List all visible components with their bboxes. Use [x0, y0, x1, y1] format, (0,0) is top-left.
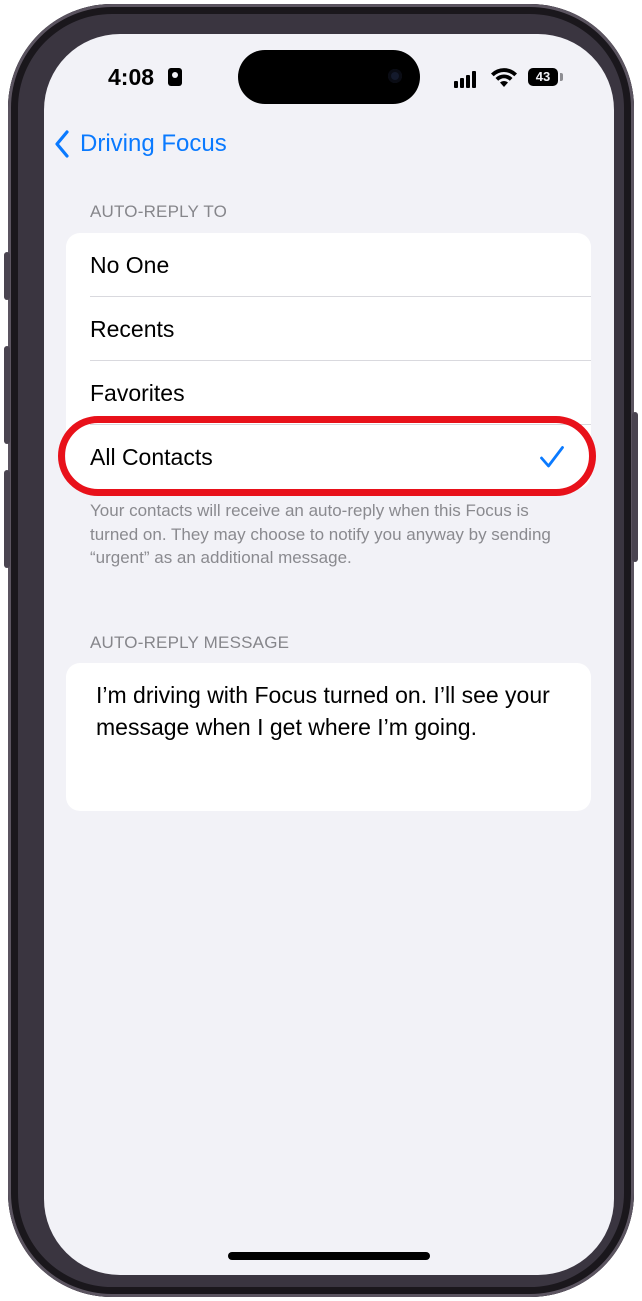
- option-recents[interactable]: Recents: [66, 297, 591, 361]
- option-no-one[interactable]: No One: [66, 233, 591, 297]
- auto-reply-message-field[interactable]: I’m driving with Focus turned on. I’ll s…: [66, 663, 591, 811]
- auto-reply-message-header: AUTO-REPLY MESSAGE: [90, 633, 290, 652]
- camera-icon: [388, 69, 402, 83]
- battery-icon: 43: [528, 68, 558, 86]
- option-all-contacts[interactable]: All Contacts: [66, 425, 591, 489]
- option-favorites[interactable]: Favorites: [66, 361, 591, 425]
- auto-reply-to-header: AUTO-REPLY TO: [90, 202, 228, 221]
- screen: 4:08 43 Driving Focus AUTO-REPLY TO No O…: [44, 34, 614, 1275]
- chevron-left-icon: [55, 130, 69, 158]
- battery-cap: [560, 73, 563, 81]
- auto-reply-options-list: No One Recents Favorites All Contacts: [66, 233, 591, 489]
- back-label: Driving Focus: [80, 130, 227, 157]
- dynamic-island: [238, 50, 420, 104]
- checkmark-icon: [540, 446, 564, 468]
- wifi-icon: [491, 68, 517, 87]
- phone-frame: 4:08 43 Driving Focus AUTO-REPLY TO No O…: [4, 4, 638, 1297]
- volume-down-button: [4, 470, 10, 568]
- side-button: [632, 412, 638, 562]
- option-label: All Contacts: [90, 443, 213, 470]
- status-time: 4:08: [108, 64, 155, 90]
- focus-person-icon: [168, 68, 182, 86]
- option-label: Recents: [90, 315, 175, 342]
- home-indicator[interactable]: [228, 1252, 430, 1260]
- volume-up-button: [4, 346, 10, 444]
- auto-reply-footer-text: Your contacts will receive an auto-reply…: [90, 501, 551, 567]
- option-label: No One: [90, 251, 170, 278]
- action-button: [4, 252, 10, 300]
- back-button[interactable]: Driving Focus: [54, 130, 227, 158]
- auto-reply-message-text: I’m driving with Focus turned on. I’ll s…: [96, 682, 550, 740]
- option-label: Favorites: [90, 379, 185, 406]
